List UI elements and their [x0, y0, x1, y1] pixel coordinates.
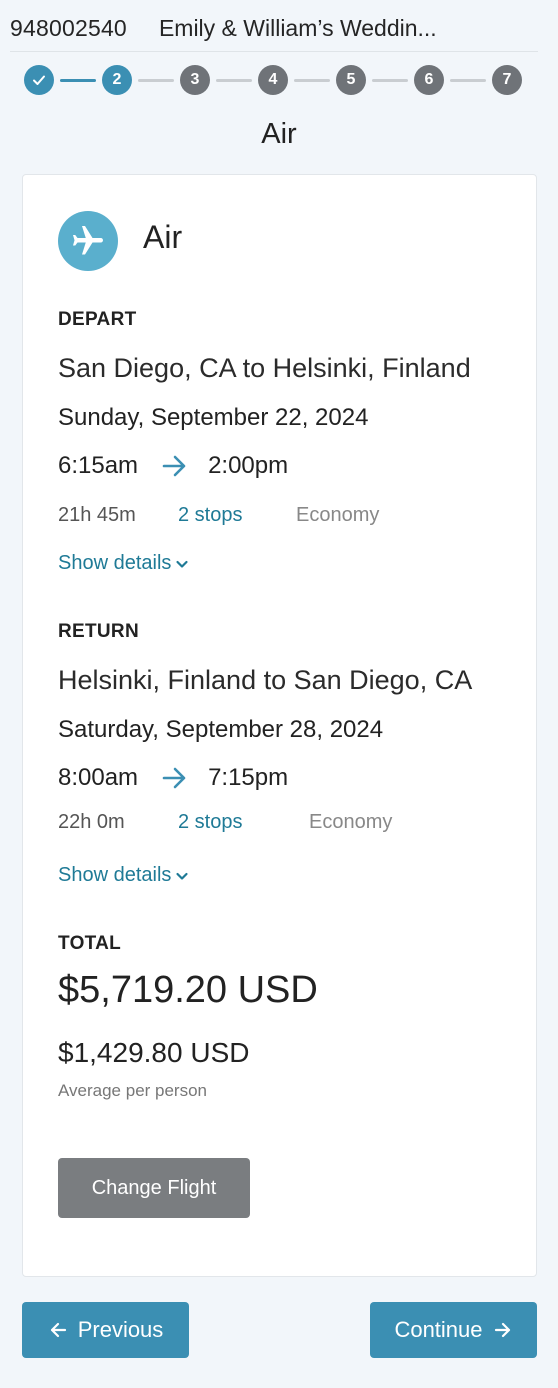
return-route: Helsinki, Finland to San Diego, CA — [58, 665, 473, 695]
step-6[interactable]: 6 — [414, 65, 444, 95]
depart-route: San Diego, CA to Helsinki, Finland — [58, 353, 471, 383]
return-times: 8:00am 7:15pm — [58, 764, 288, 792]
return-show-details-link[interactable]: Show details — [58, 864, 189, 887]
depart-time: 6:15am — [58, 452, 139, 479]
return-departure-time: 8:00am — [58, 764, 139, 791]
step-connector — [216, 79, 252, 82]
step-connector — [294, 79, 330, 82]
total-amount: $5,719.20 USD — [58, 969, 318, 1011]
step-1-completed[interactable] — [24, 65, 54, 95]
airplane-icon — [58, 211, 118, 271]
return-duration: 22h 0m — [58, 811, 125, 833]
previous-label: Previous — [77, 1317, 164, 1342]
step-4[interactable]: 4 — [258, 65, 288, 95]
check-icon — [33, 75, 45, 85]
top-header: 948002540 Emily & William’s Weddin... — [10, 6, 538, 52]
step-connector — [450, 79, 486, 82]
per-person-label: Average per person — [58, 1081, 208, 1100]
return-cabin: Economy — [309, 811, 393, 833]
step-3[interactable]: 3 — [180, 65, 210, 95]
depart-show-details-link[interactable]: Show details — [58, 552, 189, 575]
return-arrival-time: 7:15pm — [208, 764, 289, 791]
step-connector — [372, 79, 408, 82]
arrow-left-icon — [50, 1322, 66, 1338]
return-date: Saturday, September 28, 2024 — [58, 716, 384, 743]
depart-label: DEPART — [58, 309, 137, 330]
show-details-label: Show details — [58, 864, 172, 886]
booking-number: 948002540 — [10, 15, 127, 41]
depart-cabin: Economy — [296, 504, 380, 526]
depart-times: 6:15am 2:00pm — [58, 452, 288, 480]
arrow-right-icon — [162, 455, 188, 477]
air-summary-card: Air DEPART San Diego, CA to Helsinki, Fi… — [22, 174, 537, 1277]
event-title: Emily & William’s Weddin... — [158, 15, 437, 41]
step-2-current[interactable]: 2 — [102, 65, 132, 95]
depart-duration: 21h 45m — [58, 504, 136, 526]
progress-stepper: 2 3 4 5 6 7 — [24, 64, 524, 96]
show-details-label: Show details — [58, 552, 172, 574]
total-label: TOTAL — [58, 933, 122, 954]
depart-date: Sunday, September 22, 2024 — [58, 404, 369, 431]
previous-button[interactable]: Previous — [22, 1302, 189, 1358]
return-stops-link[interactable]: 2 stops — [178, 811, 242, 834]
chevron-down-icon — [176, 872, 189, 880]
per-person-amount: $1,429.80 USD — [58, 1037, 250, 1068]
arrow-right-icon — [162, 767, 188, 789]
step-5[interactable]: 5 — [336, 65, 366, 95]
return-label: RETURN — [58, 621, 139, 642]
page-title: Air — [261, 118, 297, 150]
change-flight-button[interactable]: Change Flight — [58, 1158, 250, 1218]
step-connector — [138, 79, 174, 82]
depart-meta: 21h 45m 2 stops Economy — [58, 504, 379, 527]
continue-label: Continue — [394, 1317, 483, 1342]
chevron-down-icon — [176, 560, 189, 568]
arrival-time: 2:00pm — [208, 452, 289, 479]
step-7[interactable]: 7 — [492, 65, 522, 95]
step-connector — [60, 79, 96, 82]
return-meta: 22h 0m 2 stops Economy — [58, 811, 392, 834]
card-title: Air — [143, 219, 183, 255]
continue-button[interactable]: Continue — [370, 1302, 537, 1358]
depart-stops-link[interactable]: 2 stops — [178, 504, 242, 527]
arrow-right-icon — [494, 1322, 510, 1338]
